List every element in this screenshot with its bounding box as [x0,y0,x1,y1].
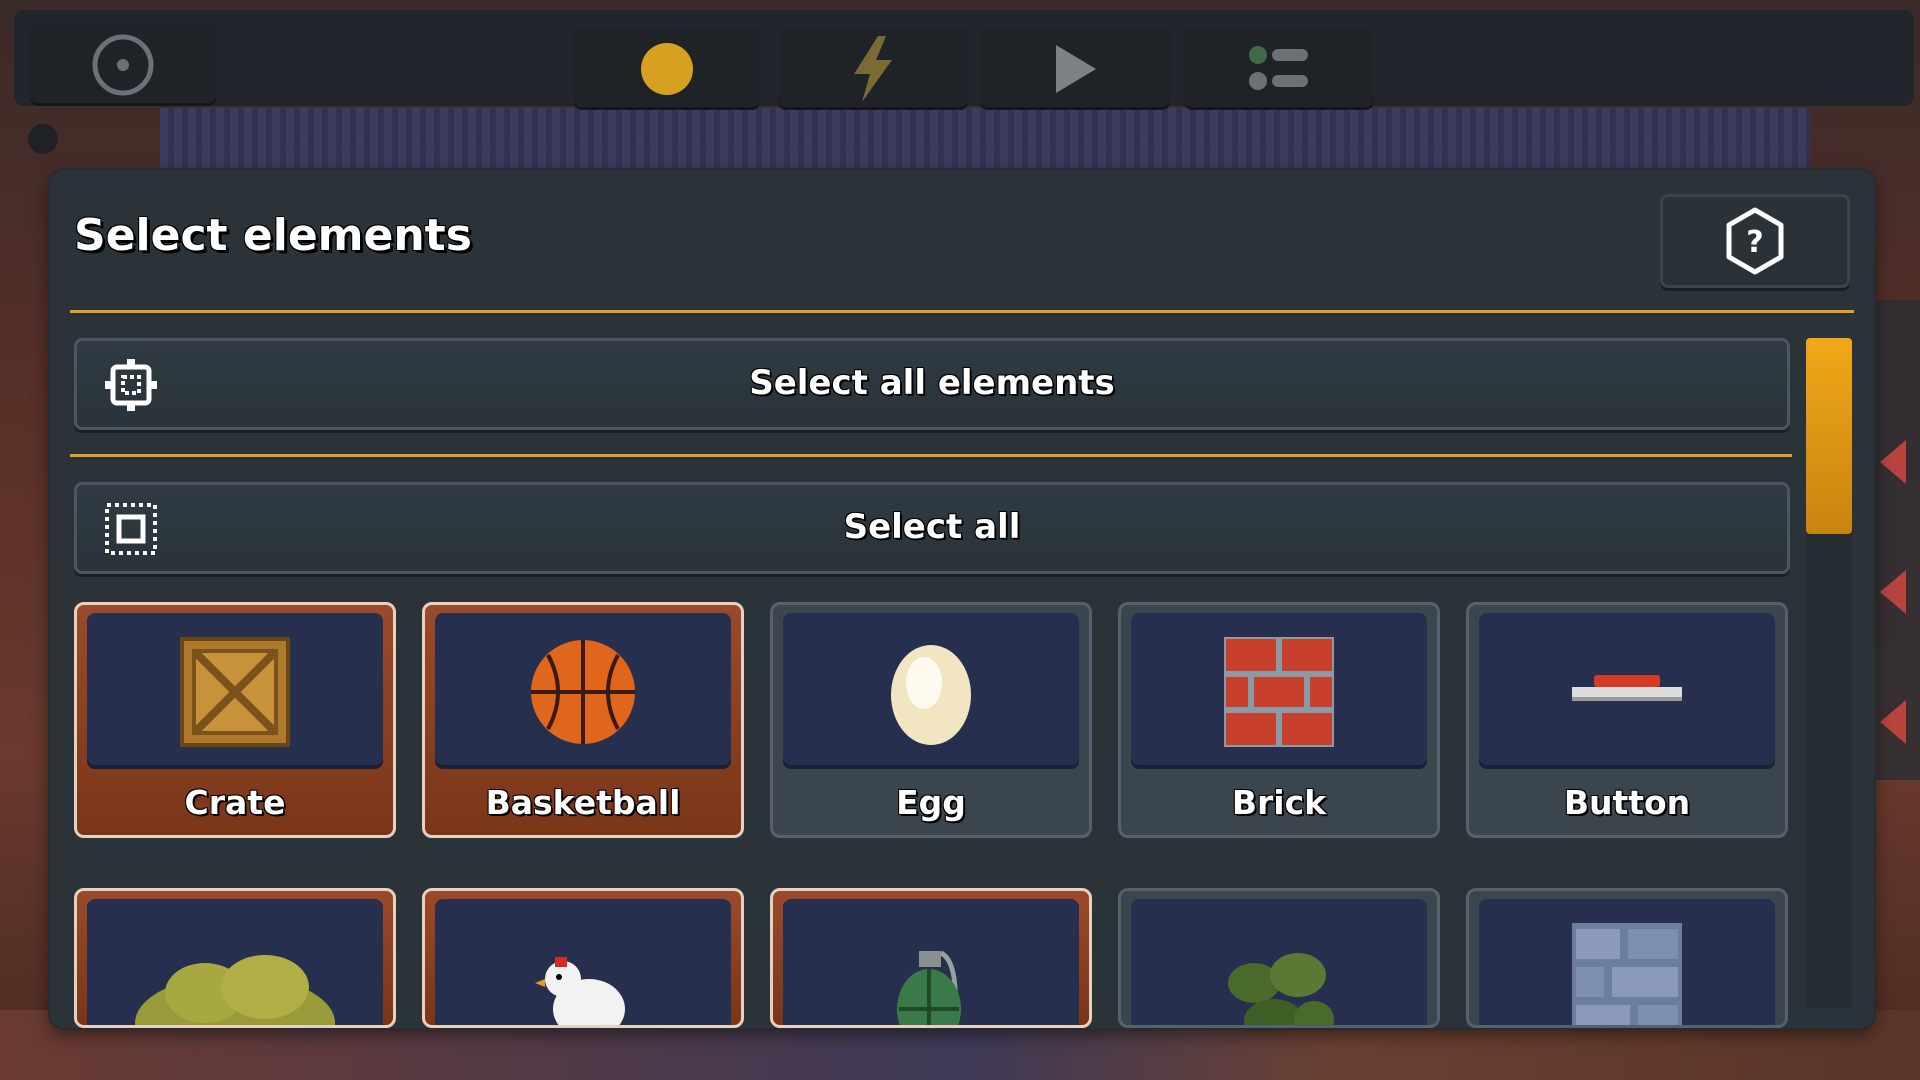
list-button[interactable] [1184,28,1374,110]
tile-art-frame [783,899,1079,1025]
help-button[interactable]: ? [1660,194,1850,288]
brick-icon [1224,637,1334,747]
tile-art-frame [1131,613,1427,769]
header-divider [70,310,1854,313]
select-all-elements-label: Select all elements [749,363,1115,403]
element-tile-grenade[interactable] [770,888,1092,1028]
element-tile-leaves[interactable] [1118,888,1440,1028]
tile-art-frame [1479,899,1775,1025]
list-icon [1249,46,1308,90]
button-icon [1572,675,1682,701]
background-arrow-icon [1880,570,1906,614]
element-tile-chicken[interactable] [422,888,744,1028]
chicken-icon [535,957,625,1025]
tile-art-frame [1131,899,1427,1025]
lightning-button[interactable] [778,28,968,110]
tile-art-frame [87,899,383,1025]
panel-title: Select elements [74,210,472,261]
element-label: Egg [896,783,966,822]
play-button[interactable] [980,28,1170,110]
element-label: Button [1563,783,1691,822]
target-button[interactable] [30,24,216,106]
element-tile-brick[interactable]: Brick [1118,602,1440,838]
basketball-icon [531,640,635,744]
help-hexagon-icon: ? [1726,207,1784,275]
sun-button[interactable] [574,28,760,110]
target-icon [92,34,154,96]
element-tile-stone-wall[interactable] [1466,888,1788,1028]
select-all-button[interactable]: Select all [74,482,1790,574]
element-tile-egg[interactable]: Egg [770,602,1092,838]
background-arrow-icon [1880,440,1906,484]
sun-icon [641,43,693,95]
tile-art-frame [783,613,1079,769]
bush-icon [135,955,335,1025]
tile-art-frame [1479,613,1775,769]
background-dot [28,124,58,154]
grenade-icon [897,950,961,1025]
select-elements-panel: Select elements ? Select all elements Se… [50,170,1874,1028]
element-tile-crate[interactable]: Crate [74,602,396,838]
scrollbar-track[interactable] [1806,338,1852,1008]
element-label: Brick [1231,783,1327,822]
tile-art-frame [435,613,731,769]
element-tile-basketball[interactable]: Basketball [422,602,744,838]
scrollbar-thumb[interactable] [1806,338,1852,534]
background-pixel-pattern [160,108,1810,172]
top-toolbar [14,10,1914,110]
egg-icon [891,645,971,745]
element-tile-bush[interactable] [74,888,396,1028]
crate-icon [180,637,290,747]
select-all-elements-button[interactable]: Select all elements [74,338,1790,430]
select-all-label: Select all [843,507,1021,547]
element-label: Crate [184,783,286,822]
lightning-icon [854,36,892,102]
tile-art-frame [87,613,383,769]
leaves-icon [1228,953,1334,1025]
element-tile-button[interactable]: Button [1466,602,1788,838]
tile-art-frame [435,899,731,1025]
section-divider [70,454,1792,457]
background-arrow-icon [1880,700,1906,744]
svg-text:?: ? [1746,225,1763,260]
play-icon [1056,45,1096,93]
element-label: Basketball [485,783,681,822]
stone-wall-icon [1572,923,1682,1025]
